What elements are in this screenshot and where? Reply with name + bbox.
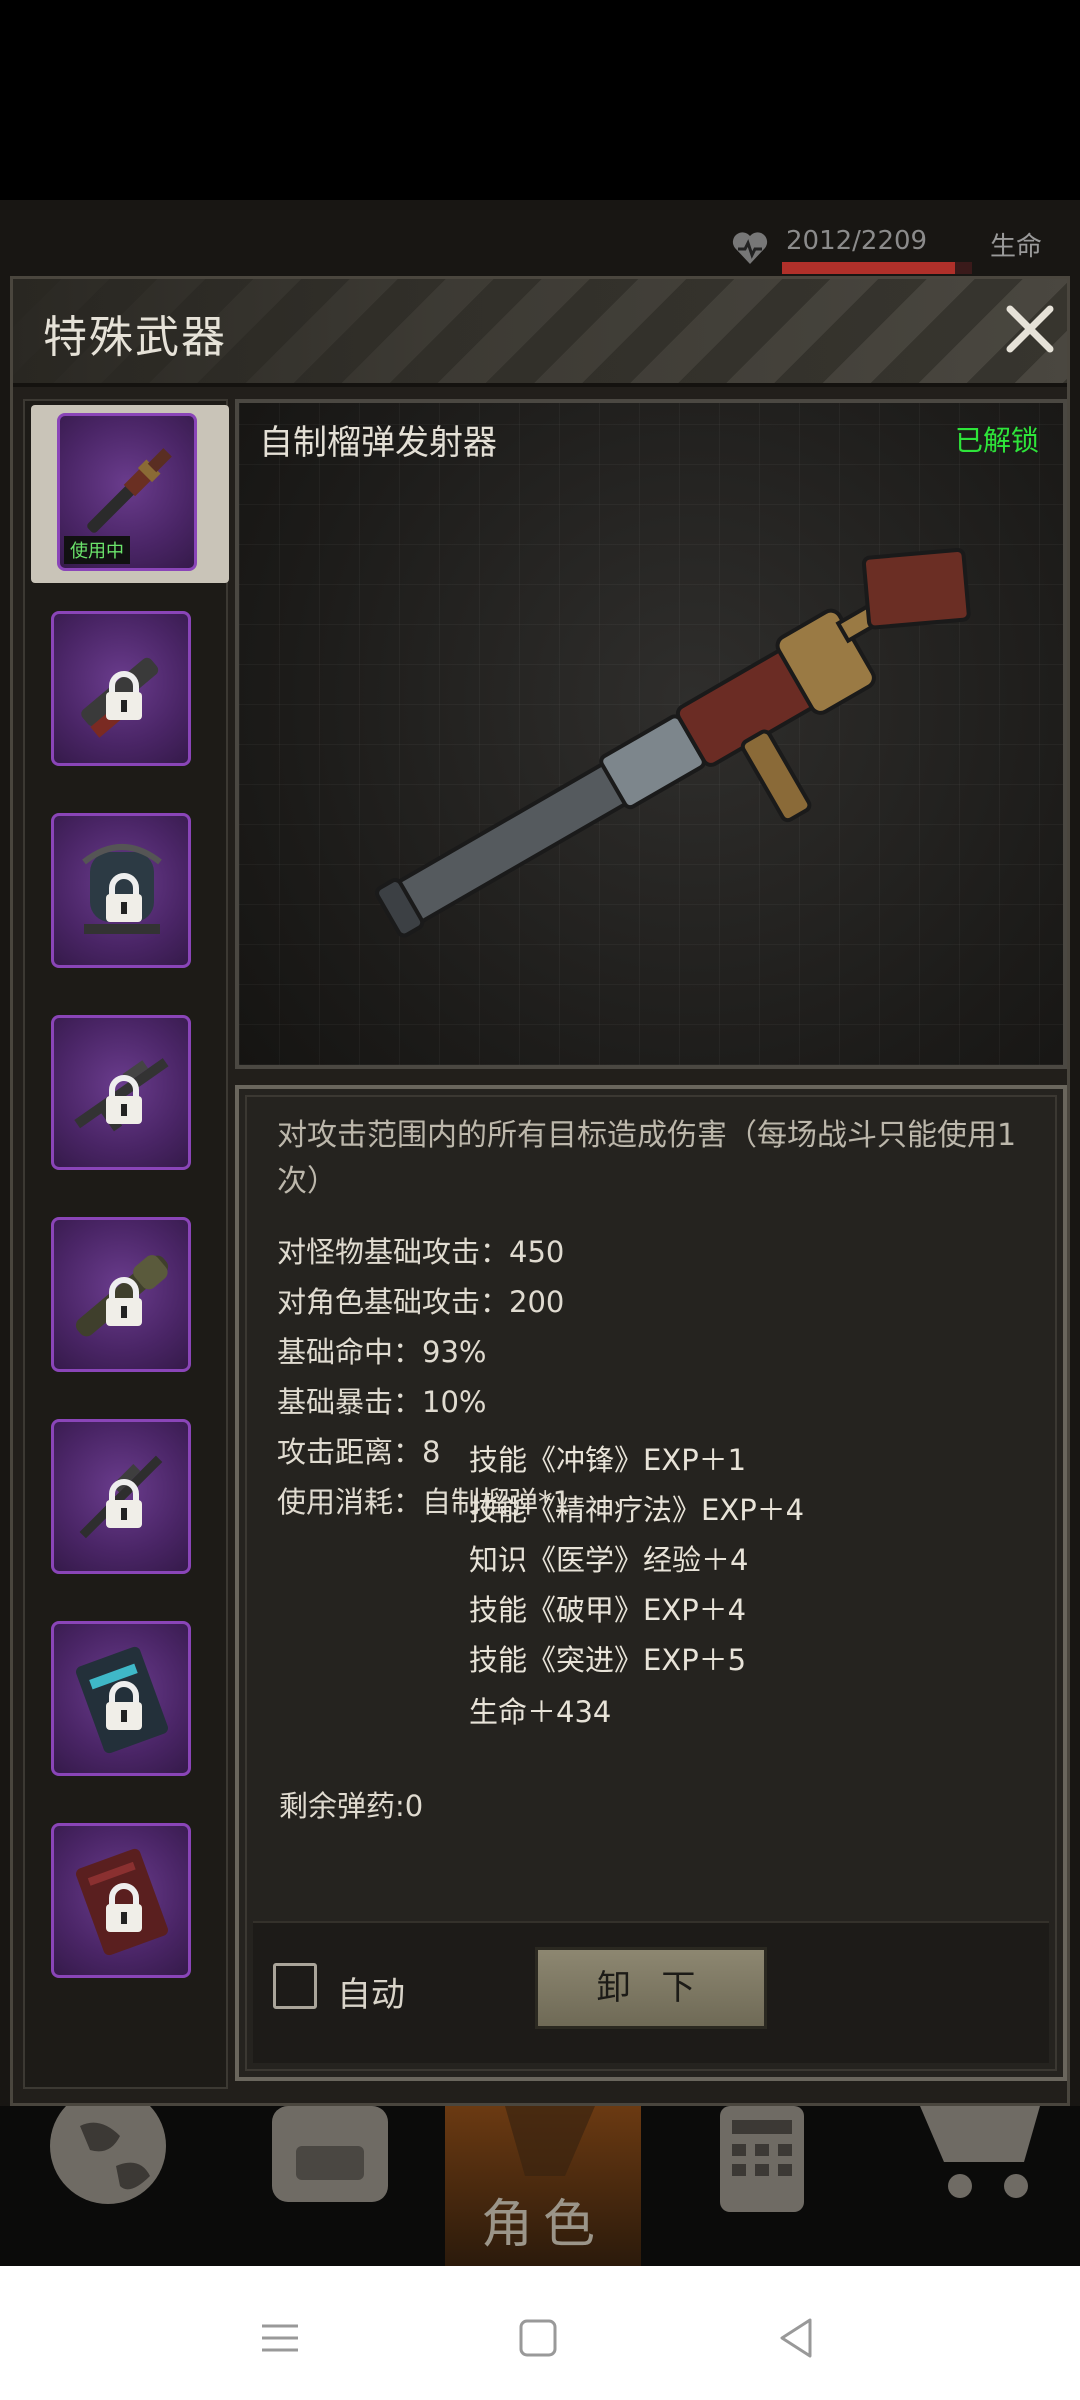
info-frame: 对攻击范围内的所有目标造成伤害（每场战斗只能使用1次） 对怪物基础攻击：450 … xyxy=(245,1095,1057,2071)
nav-world[interactable] xyxy=(20,2088,200,2266)
auto-checkbox[interactable] xyxy=(273,1963,317,2009)
hp-bar-fill xyxy=(782,262,955,274)
system-navigation-bar xyxy=(0,2266,1080,2400)
nav-shop[interactable] xyxy=(900,2106,1080,2266)
weapon-info: 对攻击范围内的所有目标造成伤害（每场战斗只能使用1次） 对怪物基础攻击：450 … xyxy=(235,1085,1067,2081)
hp-text: 2012/2209 xyxy=(786,226,928,256)
action-bar: 自动 卸 下 xyxy=(253,1921,1049,2063)
weapon-slot-device-blue[interactable] xyxy=(51,1621,191,1776)
lock-icon xyxy=(106,873,142,922)
in-use-badge: 使用中 xyxy=(64,536,130,564)
weapon-name: 自制榴弹发射器 xyxy=(259,423,497,463)
close-icon[interactable] xyxy=(998,297,1062,361)
panel-title: 特殊武器 xyxy=(43,312,227,363)
reward-line: 技能《冲锋》EXP＋1 xyxy=(469,1443,747,1477)
reward-line: 技能《突进》EXP＋5 xyxy=(469,1643,747,1677)
auto-label: 自动 xyxy=(337,1975,405,2015)
weapon-preview: 自制榴弹发射器 已解锁 xyxy=(235,399,1067,1069)
reward-line: 生命＋434 xyxy=(469,1695,612,1729)
lock-icon xyxy=(106,1479,142,1528)
weapon-list: 使用中 xyxy=(23,399,229,2089)
grenade-launcher-icon xyxy=(87,448,172,533)
heart-icon xyxy=(732,232,768,264)
unequip-button[interactable]: 卸 下 xyxy=(535,1947,767,2029)
slot-frame: 使用中 xyxy=(57,413,197,571)
nav-character-label: 角色 xyxy=(480,2195,605,2255)
home-icon[interactable] xyxy=(508,2308,568,2368)
calculator-icon xyxy=(720,2106,804,2212)
backpack-icon xyxy=(272,2106,388,2202)
lock-icon xyxy=(106,1883,142,1932)
weapon-slot-flamethrower[interactable] xyxy=(51,813,191,968)
life-label: 生命 xyxy=(990,232,1043,262)
stat-character-attack: 对角色基础攻击：200 xyxy=(277,1285,565,1319)
unlock-status: 已解锁 xyxy=(954,424,1039,457)
weapon-slot-chainsaw[interactable] xyxy=(51,611,191,766)
lock-icon xyxy=(106,671,142,720)
stat-monster-attack: 对怪物基础攻击：450 xyxy=(277,1235,565,1269)
reward-line: 知识《医学》经验＋4 xyxy=(469,1543,749,1577)
lock-icon xyxy=(106,1277,142,1326)
top-black-area xyxy=(0,0,1080,200)
lock-icon xyxy=(106,1075,142,1124)
nav-calculator[interactable] xyxy=(680,2106,860,2266)
special-weapon-panel: 特殊武器 使用中 自制榴弹发射器 已解锁 对攻击范围内的所有目标造成伤害（每场战… xyxy=(10,276,1070,2106)
stat-crit-rate: 基础暴击：10% xyxy=(277,1385,487,1419)
cart-icon xyxy=(920,2106,1040,2198)
panel-header: 特殊武器 xyxy=(13,279,1067,387)
nav-character[interactable]: 角色 xyxy=(445,2106,641,2266)
grenade-launcher-image xyxy=(375,547,971,938)
nav-backpack[interactable] xyxy=(240,2106,420,2266)
weapon-slot-rifle-b[interactable] xyxy=(51,1419,191,1574)
back-icon[interactable] xyxy=(766,2308,826,2368)
stat-attack-range: 攻击距离：8 xyxy=(277,1435,441,1469)
hp-bar xyxy=(782,262,972,274)
lock-icon xyxy=(106,1681,142,1730)
weapon-slot-device-red[interactable] xyxy=(51,1823,191,1978)
reward-line: 技能《精神疗法》EXP＋4 xyxy=(469,1493,805,1527)
weapon-slot-rocket-launcher[interactable] xyxy=(51,1217,191,1372)
remaining-ammo: 剩余弹药:0 xyxy=(279,1789,424,1823)
reward-line: 技能《破甲》EXP＋4 xyxy=(469,1593,747,1627)
globe-icon xyxy=(50,2088,166,2204)
weapon-description: 对攻击范围内的所有目标造成伤害（每场战斗只能使用1次） xyxy=(277,1118,1017,1199)
weapon-slot-grenade-launcher[interactable]: 使用中 xyxy=(31,405,229,583)
weapon-slot-rifle-a[interactable] xyxy=(51,1015,191,1170)
bottom-nav: 角色 xyxy=(0,2088,1080,2266)
menu-icon[interactable] xyxy=(250,2308,310,2368)
stat-hit-rate: 基础命中：93% xyxy=(277,1335,487,1369)
